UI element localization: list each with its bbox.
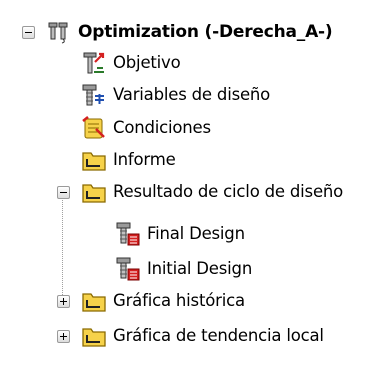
folder-icon <box>81 323 107 349</box>
design-variables-icon <box>81 82 107 108</box>
tree-item-grafica-de-tendencia-local[interactable]: Gráfica de tendencia local <box>0 321 382 351</box>
tree-item-initial-design[interactable]: Initial Design <box>0 254 382 284</box>
tree-item-resultado-de-ciclo-de-diseno[interactable]: Resultado de ciclo de diseño <box>0 177 382 207</box>
tree-item-label: Final Design <box>147 224 245 243</box>
design-result-icon <box>115 256 141 282</box>
tree-item-grafica-historica[interactable]: Gráfica histórica <box>0 286 382 316</box>
tree-item-label: Condiciones <box>113 118 211 137</box>
tree-item-condiciones[interactable]: Condiciones <box>0 113 382 143</box>
tree-item-final-design[interactable]: Final Design <box>0 219 382 249</box>
collapse-toggle-root[interactable] <box>22 26 35 39</box>
folder-icon <box>81 288 107 314</box>
tree-root-row[interactable]: Optimization (-Derecha_A-) <box>0 17 382 47</box>
tree-item-variables-de-diseno[interactable]: Variables de diseño <box>0 80 382 110</box>
tree-item-label: Variables de diseño <box>113 85 271 104</box>
design-result-icon <box>115 221 141 247</box>
tree-item-label: Objetivo <box>113 53 181 72</box>
tree-item-label: Gráfica de tendencia local <box>113 326 324 345</box>
folder-icon <box>81 147 107 173</box>
expand-toggle-grafica-historica[interactable] <box>57 295 70 308</box>
tree-item-label: Initial Design <box>147 259 253 278</box>
tree-item-label: Resultado de ciclo de diseño <box>113 182 344 201</box>
constraints-icon <box>81 115 107 141</box>
tree-item-label: Gráfica histórica <box>113 291 245 310</box>
tree-item-label: Informe <box>113 150 176 169</box>
optimization-study-icon <box>46 19 72 45</box>
expand-toggle-grafica-tendencia[interactable] <box>57 330 70 343</box>
tree-root-label: Optimization (-Derecha_A-) <box>78 22 333 42</box>
collapse-toggle-resultado[interactable] <box>57 186 70 199</box>
tree-item-objetivo[interactable]: Objetivo <box>0 48 382 78</box>
objective-icon <box>81 50 107 76</box>
tree-item-informe[interactable]: Informe <box>0 145 382 175</box>
folder-icon <box>81 179 107 205</box>
